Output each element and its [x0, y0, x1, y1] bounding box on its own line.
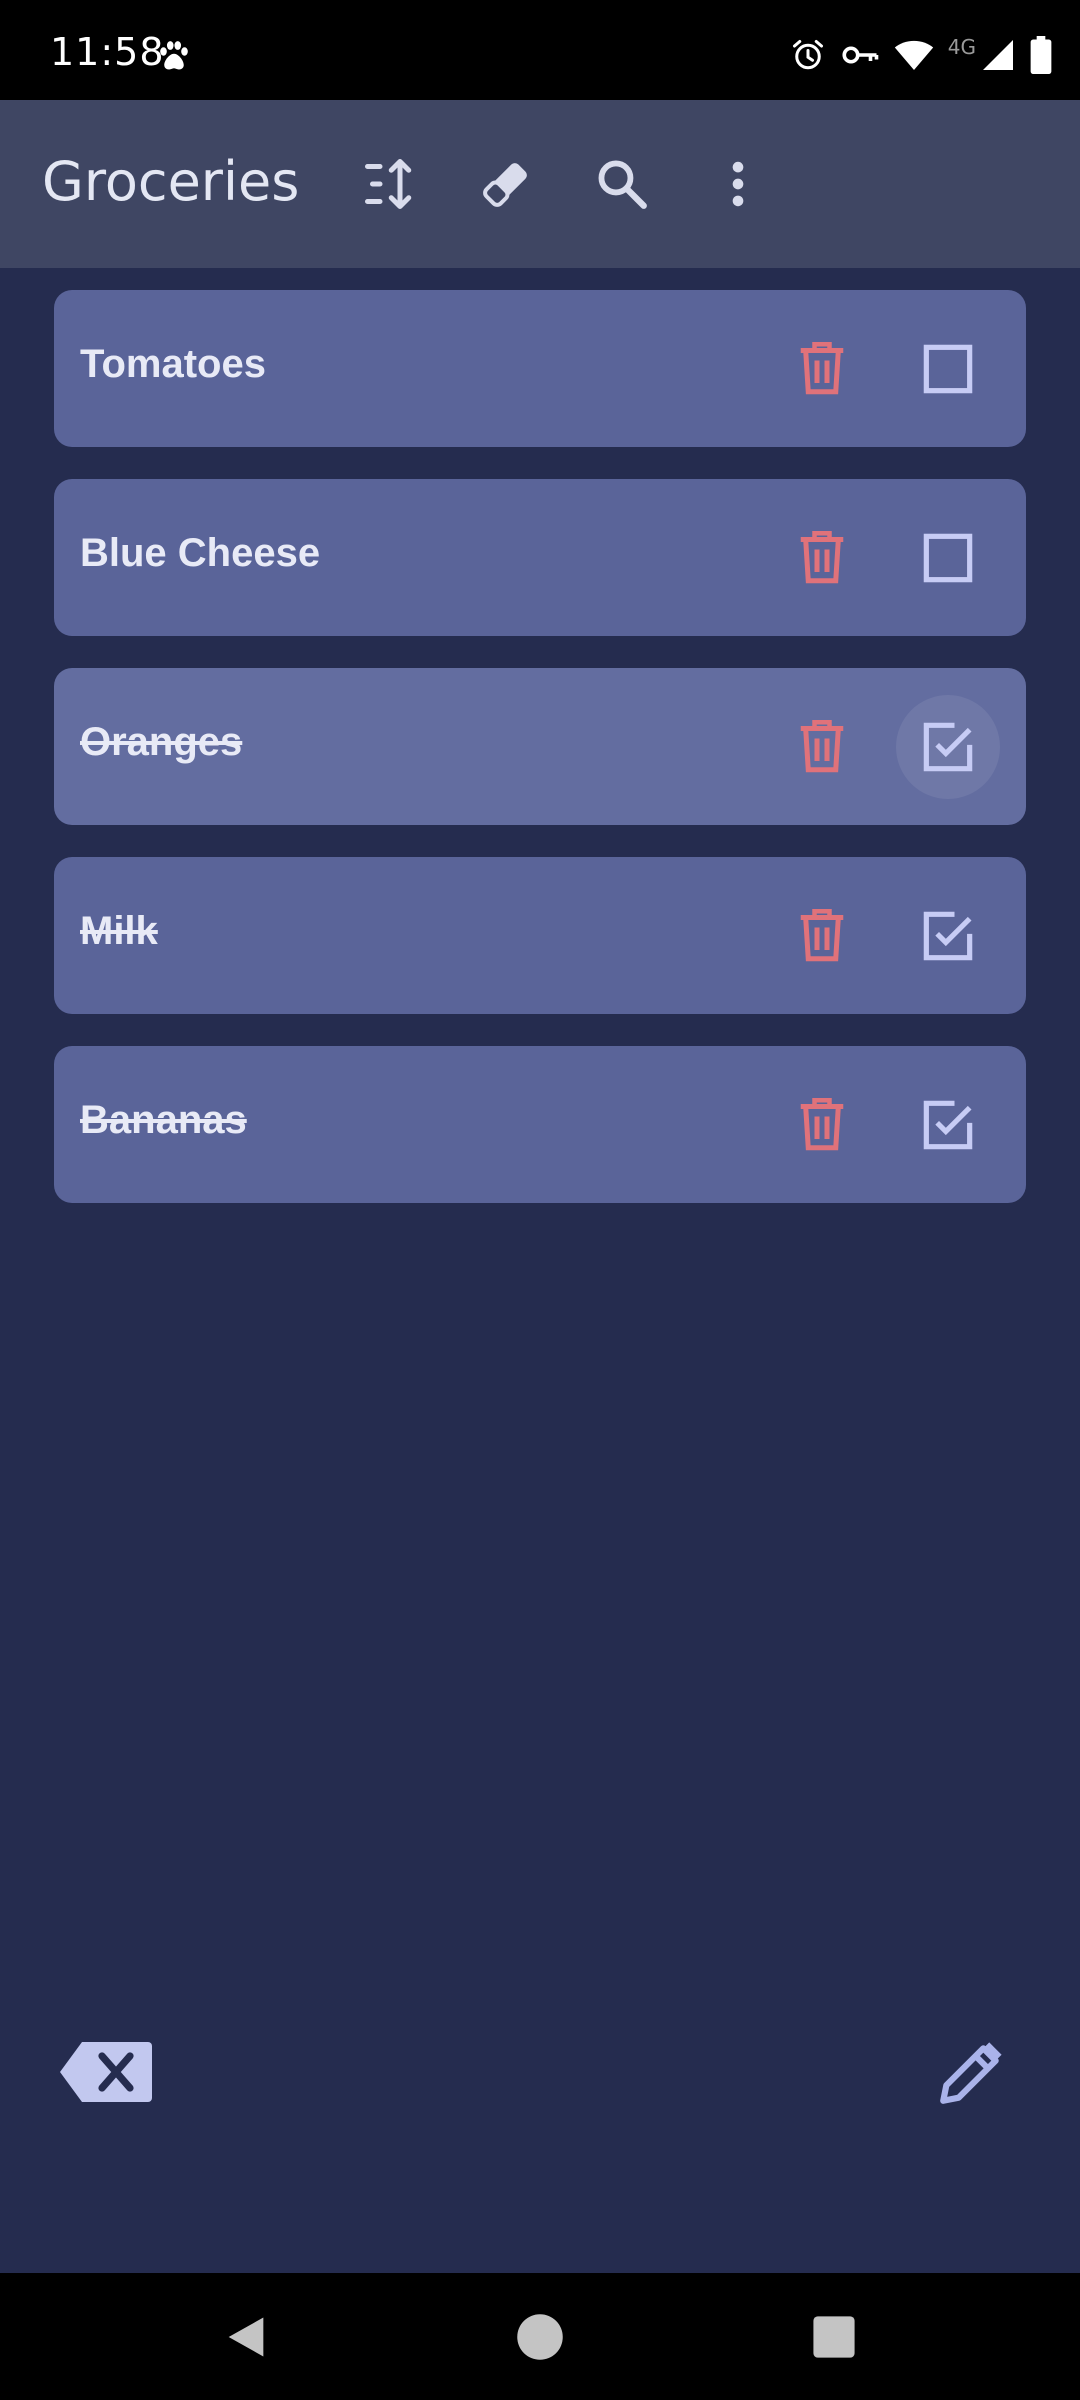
- clear-checked-button[interactable]: [472, 150, 540, 218]
- item-label: Blue Cheese: [80, 531, 321, 575]
- back-icon[interactable]: [220, 2311, 272, 2363]
- more-vert-icon: [732, 161, 744, 207]
- item-label: Oranges: [80, 720, 243, 764]
- list-item[interactable]: Tomatoes: [54, 290, 1026, 447]
- pencil-edit-icon: [940, 2042, 1002, 2104]
- app-bar: Groceries: [0, 100, 1080, 268]
- item-checkbox[interactable]: [896, 317, 1000, 421]
- list-item[interactable]: Oranges: [54, 668, 1026, 825]
- alarm-icon: [792, 40, 823, 70]
- delete-item-button[interactable]: [784, 708, 860, 784]
- battery-icon: [1030, 36, 1052, 74]
- edit-button[interactable]: [934, 2036, 1008, 2110]
- delete-item-button[interactable]: [784, 897, 860, 973]
- trash-icon: [800, 531, 844, 584]
- checkbox-checked-icon: [923, 911, 973, 961]
- wifi-icon: [894, 40, 933, 70]
- page-title: Groceries: [42, 150, 300, 213]
- checkbox-checked-icon: [923, 1100, 973, 1150]
- search-icon: [598, 160, 647, 209]
- backspace-clear-icon: [60, 2042, 152, 2102]
- search-button[interactable]: [588, 150, 656, 218]
- delete-item-button[interactable]: [784, 519, 860, 595]
- trash-icon: [800, 342, 844, 395]
- recents-icon[interactable]: [808, 2311, 860, 2363]
- grocery-list: Tomatoes Blue Cheese Oranges Milk Banana…: [0, 268, 1080, 2273]
- network-type-label: 4G: [947, 35, 976, 59]
- status-bar: 11:58 4G: [0, 0, 1080, 100]
- list-item[interactable]: Milk: [54, 857, 1026, 1014]
- status-time: 11:58: [50, 30, 165, 74]
- item-checkbox[interactable]: [896, 884, 1000, 988]
- sort-button[interactable]: [356, 150, 424, 218]
- vpn-key-icon: [842, 46, 879, 64]
- trash-icon: [800, 1098, 844, 1151]
- list-item[interactable]: Bananas: [54, 1046, 1026, 1203]
- system-nav-bar: [0, 2273, 1080, 2400]
- item-label: Milk: [80, 909, 158, 953]
- checkbox-checked-icon: [923, 722, 973, 772]
- eraser-icon: [483, 163, 527, 207]
- item-checkbox[interactable]: [896, 506, 1000, 610]
- sort-icon: [365, 159, 412, 209]
- item-checkbox[interactable]: [896, 1073, 1000, 1177]
- delete-item-button[interactable]: [784, 330, 860, 406]
- delete-item-button[interactable]: [784, 1086, 860, 1162]
- item-label: Bananas: [80, 1098, 247, 1142]
- checkbox-unchecked-icon: [923, 344, 973, 394]
- item-label: Tomatoes: [80, 342, 266, 386]
- list-item[interactable]: Blue Cheese: [54, 479, 1026, 636]
- trash-icon: [800, 909, 844, 962]
- item-checkbox[interactable]: [896, 695, 1000, 799]
- checkbox-unchecked-icon: [923, 533, 973, 583]
- cellular-signal-icon: [983, 40, 1013, 70]
- more-options-button[interactable]: [704, 150, 772, 218]
- trash-icon: [800, 720, 844, 773]
- paw-icon: [160, 41, 188, 70]
- home-icon[interactable]: [514, 2311, 566, 2363]
- clear-input-button[interactable]: [60, 2040, 152, 2104]
